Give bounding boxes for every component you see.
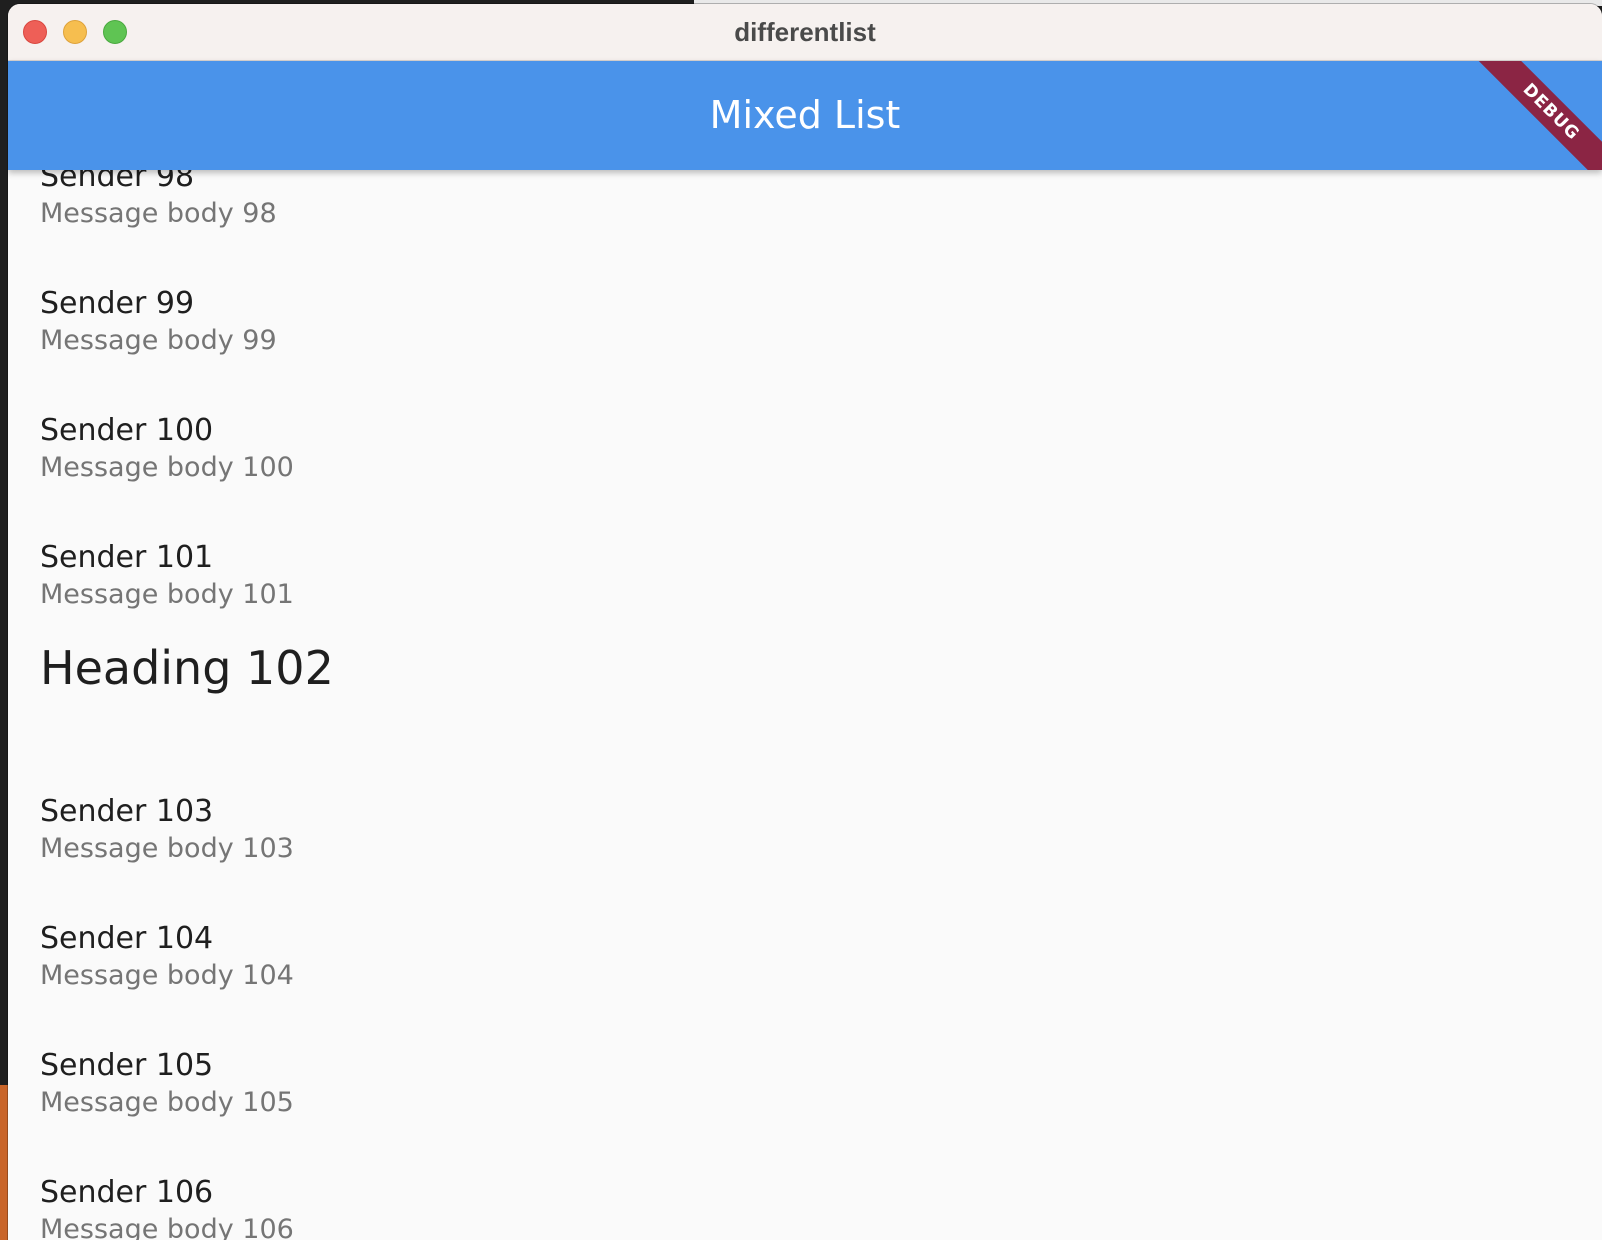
- list-item[interactable]: Sender 100 Message body 100: [8, 331, 1602, 483]
- list-item[interactable]: Sender 105 Message body 105: [8, 966, 1602, 1118]
- message-body: Message body 106: [40, 1214, 294, 1240]
- sender-name: Sender 99: [40, 286, 195, 321]
- list-item[interactable]: Sender 104 Message body 104: [8, 839, 1602, 991]
- sender-name: Sender 104: [40, 921, 214, 956]
- sender-name: Sender 103: [40, 794, 214, 829]
- list-item[interactable]: Sender 101 Message body 101: [8, 458, 1602, 610]
- app-window: differentlist Mixed List DEBUG Sender 98…: [8, 4, 1602, 1240]
- list-heading[interactable]: Heading 102: [8, 585, 1602, 712]
- list-item[interactable]: Sender 103 Message body 103: [8, 712, 1602, 864]
- sender-name: Sender 105: [40, 1048, 214, 1083]
- list-item[interactable]: Sender 106 Message body 106: [8, 1093, 1602, 1240]
- sender-name: Sender 100: [40, 413, 214, 448]
- list-item[interactable]: Sender 98 Message body 98: [8, 170, 1602, 229]
- app-bar: Mixed List DEBUG: [8, 61, 1602, 170]
- title-bar[interactable]: differentlist: [8, 4, 1602, 61]
- list-content: Sender 98 Message body 98 Sender 99 Mess…: [8, 170, 1602, 1240]
- list-item[interactable]: Sender 99 Message body 99: [8, 204, 1602, 356]
- app-bar-title: Mixed List: [709, 93, 901, 137]
- window-title: differentlist: [734, 17, 876, 47]
- sender-name: Sender 106: [40, 1175, 214, 1210]
- mixed-list[interactable]: Sender 98 Message body 98 Sender 99 Mess…: [8, 170, 1602, 1240]
- heading-text: Heading 102: [40, 641, 334, 695]
- sender-name: Sender 101: [40, 540, 214, 575]
- sender-name: Sender 98: [40, 170, 195, 194]
